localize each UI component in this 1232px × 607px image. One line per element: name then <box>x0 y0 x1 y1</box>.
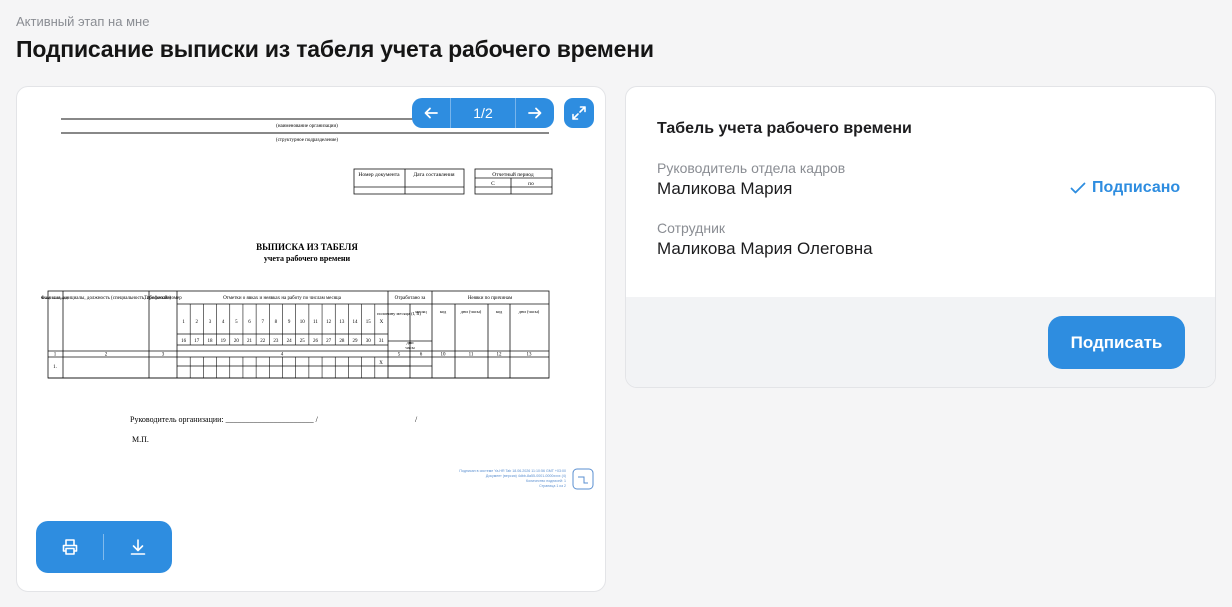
day-number: 1 <box>182 320 185 325</box>
sign-button[interactable]: Подписать <box>1048 316 1185 369</box>
day-number: 22 <box>260 339 266 344</box>
day-number: 19 <box>221 339 227 344</box>
esign-line: Страница 1 из 2 <box>539 484 566 488</box>
download-icon <box>130 539 145 555</box>
expand-icon <box>572 106 586 120</box>
day-number: 17 <box>194 339 200 344</box>
col-tab-header: Табельный номер <box>144 296 182 301</box>
day-number: 8 <box>275 320 278 325</box>
print-icon <box>62 539 77 555</box>
day-number: 13 <box>339 320 345 325</box>
day-number: 30 <box>366 339 372 344</box>
row1-x: Х <box>379 361 383 366</box>
doc-date-label: Дата составления <box>413 172 455 178</box>
sub-month-header: месяц <box>415 309 427 314</box>
column-number: 13 <box>527 353 533 358</box>
doc-subheading: учета рабочего времени <box>264 254 351 263</box>
esign-line: Документ (версия) 4dbb-8a55-0001-0000xxx… <box>486 474 566 478</box>
signed-status: Подписано <box>1070 179 1180 197</box>
col-worked-header: Отработано за <box>395 296 426 301</box>
column-number: 10 <box>441 353 447 358</box>
day-number: 12 <box>326 320 332 325</box>
signer1-name: Маликова Мария <box>657 179 793 198</box>
day-number: 18 <box>207 339 213 344</box>
esign-line: Подписан в системе Ya.HR Tab 18.06.2026 … <box>459 469 566 473</box>
day-number: 2 <box>196 320 199 325</box>
page-indicator: 1/2 <box>450 98 516 128</box>
esign-logo-icon <box>572 468 594 490</box>
check-icon <box>1070 182 1086 194</box>
day-number: 27 <box>326 339 332 344</box>
column-number: 12 <box>497 353 503 358</box>
day-number: 3 <box>209 320 212 325</box>
day-number: 6 <box>248 320 251 325</box>
period-from: С <box>491 181 495 187</box>
arrow-right-icon <box>528 107 542 119</box>
day-number: 5 <box>235 320 238 325</box>
card-title: Табель учета рабочего времени <box>657 120 912 137</box>
day-number: 21 <box>247 339 253 344</box>
col-marks-header: Отметки о явках и неявках на работу по ч… <box>223 296 342 301</box>
day-number: 28 <box>339 339 345 344</box>
period-to: по <box>528 181 534 187</box>
day-number: 25 <box>300 339 306 344</box>
manager-slash: / <box>415 415 418 424</box>
page-title: Подписание выписки из табеля учета рабоч… <box>16 36 654 62</box>
day-number: 7 <box>261 320 264 325</box>
esign-line: Количество подписей: 1 <box>526 479 566 483</box>
day-number: 15 <box>366 320 372 325</box>
row1-number: 1. <box>53 365 57 370</box>
column-number: 11 <box>469 353 474 358</box>
document-page: (наименование организации) (структурное … <box>41 118 594 490</box>
signer2-name: Маликова Мария Олеговна <box>657 239 873 258</box>
day-number: 31 <box>379 339 385 344</box>
day-number: 9 <box>288 320 291 325</box>
stamp-label: М.П. <box>132 435 149 444</box>
esign-stamp: Подписан в системе Ya.HR Tab 18.06.2026 … <box>459 469 566 488</box>
active-stage-label: Активный этап на мне <box>16 14 150 29</box>
document-actions <box>36 521 172 573</box>
arrow-left-icon <box>424 107 438 119</box>
manager-signature-line: Руководитель организации: ______________… <box>130 415 319 424</box>
prev-page-button[interactable] <box>412 98 450 128</box>
print-button[interactable] <box>36 521 103 573</box>
signed-status-label: Подписано <box>1092 179 1181 196</box>
sub-hours-header: часы <box>405 345 414 350</box>
doc-heading: ВЫПИСКА ИЗ ТАБЕЛЯ <box>256 242 358 252</box>
page-navigator: 1/2 <box>412 98 554 128</box>
sub-dayshours2-header: дни (часы) <box>519 309 540 314</box>
day-number: 11 <box>313 320 318 325</box>
col-absence-header: Неявки по причинам <box>468 296 513 301</box>
sub-dayshours1-header: дни (часы) <box>461 309 482 314</box>
signer1-role: Руководитель отдела кадров <box>657 160 846 176</box>
period-label: Отчетный период <box>492 171 534 178</box>
next-page-button[interactable] <box>516 98 554 128</box>
signing-card: Табель учета рабочего времени Руководите… <box>625 86 1216 388</box>
signer2-role: Сотрудник <box>657 220 726 236</box>
day-number: 4 <box>222 320 225 325</box>
card-footer: Подписать <box>626 297 1215 387</box>
day-number: 24 <box>287 339 293 344</box>
timesheet-table <box>47 290 550 379</box>
org-caption: (наименование организации) <box>276 124 338 129</box>
day-number: Х <box>380 320 384 325</box>
sub-code1-header: код <box>440 309 447 314</box>
document-viewer: (наименование организации) (структурное … <box>16 86 606 592</box>
dept-caption: (структурное подразделение) <box>276 138 338 143</box>
sub-code2-header: код <box>496 309 503 314</box>
day-number: 26 <box>313 339 319 344</box>
day-number: 29 <box>353 339 359 344</box>
day-number: 20 <box>234 339 240 344</box>
day-number: 16 <box>181 339 187 344</box>
day-grid: 1 2 3 4 5 6 7 8 9 10 11 12 13 14 15 Х16 17 18 19 20 21 22 23 24… <box>181 304 384 378</box>
day-number: 14 <box>353 320 359 325</box>
download-button[interactable] <box>104 521 171 573</box>
day-number: 23 <box>273 339 279 344</box>
fullscreen-button[interactable] <box>564 98 594 128</box>
doc-number-label: Номер документа <box>358 172 400 178</box>
day-number: 10 <box>300 320 306 325</box>
